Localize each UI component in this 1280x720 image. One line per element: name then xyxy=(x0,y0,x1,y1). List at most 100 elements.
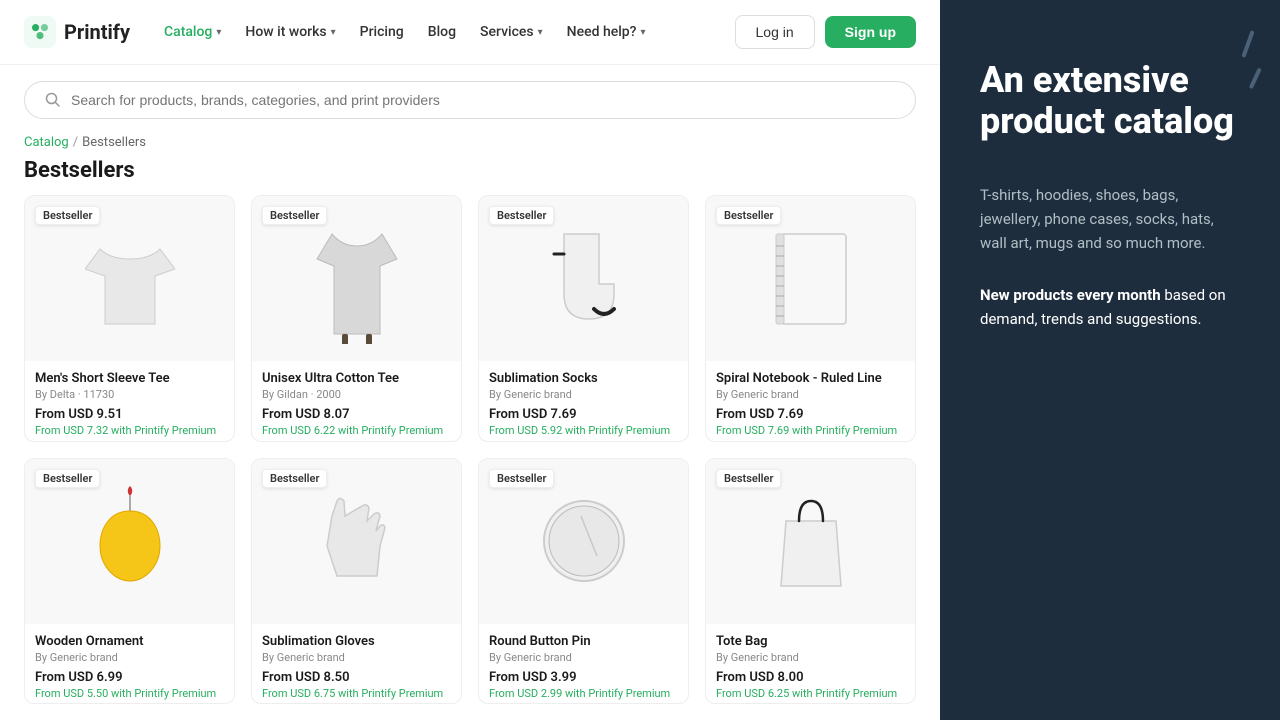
product-info: Wooden Ornament By Generic brand From US… xyxy=(25,624,234,704)
product-price: From USD 3.99 xyxy=(489,670,678,685)
product-card[interactable]: Bestseller Spiral Notebook - Ruled Line … xyxy=(705,195,916,441)
bestseller-badge: Bestseller xyxy=(35,206,100,225)
sidebar-highlight-title: New products every month xyxy=(980,286,1161,304)
bestseller-badge: Bestseller xyxy=(716,206,781,225)
search-bar xyxy=(24,81,916,119)
product-brand: By Generic brand xyxy=(35,651,224,664)
product-image-wrap: Bestseller xyxy=(252,459,461,624)
page-title: Bestsellers xyxy=(0,154,940,195)
navbar: Printify Catalog ▾ How it works ▾ Pricin… xyxy=(0,0,940,65)
search-bar-wrapper xyxy=(0,65,940,127)
product-brand: By Generic brand xyxy=(262,651,451,664)
product-card[interactable]: Bestseller Unisex Ultra Cotton Tee By Gi… xyxy=(251,195,462,441)
product-image-wrap: Bestseller xyxy=(252,196,461,361)
deco-line-1 xyxy=(1241,30,1254,58)
product-card[interactable]: Bestseller Tote Bag By Generic brand Fro… xyxy=(705,458,916,704)
product-premium: From USD 6.25 with Printify Premium xyxy=(716,687,905,700)
login-button[interactable]: Log in xyxy=(735,15,815,49)
bestseller-badge: Bestseller xyxy=(489,469,554,488)
bestseller-badge: Bestseller xyxy=(35,469,100,488)
product-image-wrap: Bestseller xyxy=(25,459,234,624)
breadcrumb-separator: / xyxy=(73,135,78,150)
nav-services[interactable]: Services ▾ xyxy=(470,16,553,48)
product-price: From USD 7.69 xyxy=(489,407,678,422)
product-name: Sublimation Gloves xyxy=(262,634,451,649)
product-info: Round Button Pin By Generic brand From U… xyxy=(479,624,688,704)
search-input[interactable] xyxy=(71,92,895,108)
chevron-down-icon: ▾ xyxy=(640,27,645,38)
sidebar-decoration xyxy=(1246,30,1250,86)
bestseller-badge: Bestseller xyxy=(716,469,781,488)
products-grid: Bestseller Men's Short Sleeve Tee By Del… xyxy=(0,195,940,720)
logo-name: Printify xyxy=(64,20,130,44)
product-name: Men's Short Sleeve Tee xyxy=(35,371,224,386)
logo[interactable]: Printify xyxy=(24,16,130,48)
nav-links: Catalog ▾ How it works ▾ Pricing Blog Se… xyxy=(154,16,727,48)
product-brand: By Generic brand xyxy=(716,388,905,401)
search-icon xyxy=(45,92,61,108)
product-name: Unisex Ultra Cotton Tee xyxy=(262,371,451,386)
product-premium: From USD 6.75 with Printify Premium xyxy=(262,687,451,700)
bestseller-badge: Bestseller xyxy=(262,469,327,488)
product-card[interactable]: Bestseller Men's Short Sleeve Tee By Del… xyxy=(24,195,235,441)
product-price: From USD 8.00 xyxy=(716,670,905,685)
logo-icon xyxy=(24,16,56,48)
bestseller-badge: Bestseller xyxy=(262,206,327,225)
product-card[interactable]: Bestseller Round Button Pin By Generic b… xyxy=(478,458,689,704)
product-brand: By Generic brand xyxy=(716,651,905,664)
product-card[interactable]: Bestseller Sublimation Socks By Generic … xyxy=(478,195,689,441)
chevron-down-icon: ▾ xyxy=(331,27,336,38)
product-image-wrap: Bestseller xyxy=(25,196,234,361)
product-price: From USD 9.51 xyxy=(35,407,224,422)
signup-button[interactable]: Sign up xyxy=(825,16,916,48)
product-name: Tote Bag xyxy=(716,634,905,649)
nav-blog[interactable]: Blog xyxy=(418,16,466,48)
product-card[interactable]: Bestseller Sublimation Gloves By Generic… xyxy=(251,458,462,704)
breadcrumb-current: Bestsellers xyxy=(82,135,146,150)
main-panel: Printify Catalog ▾ How it works ▾ Pricin… xyxy=(0,0,940,720)
sidebar-description: T-shirts, hoodies, shoes, bags, jeweller… xyxy=(980,183,1240,255)
product-info: Spiral Notebook - Ruled Line By Generic … xyxy=(706,361,915,441)
product-premium: From USD 2.99 with Printify Premium xyxy=(489,687,678,700)
nav-how-it-works[interactable]: How it works ▾ xyxy=(235,16,345,48)
breadcrumb-catalog-link[interactable]: Catalog xyxy=(24,135,69,150)
product-brand: By Delta · 11730 xyxy=(35,388,224,401)
product-name: Spiral Notebook - Ruled Line xyxy=(716,371,905,386)
breadcrumb: Catalog / Bestsellers xyxy=(0,127,940,154)
product-info: Sublimation Socks By Generic brand From … xyxy=(479,361,688,441)
product-price: From USD 6.99 xyxy=(35,670,224,685)
nav-need-help[interactable]: Need help? ▾ xyxy=(557,16,656,48)
product-info: Unisex Ultra Cotton Tee By Gildan · 2000… xyxy=(252,361,461,441)
product-premium: From USD 6.22 with Printify Premium xyxy=(262,424,451,437)
product-image-wrap: Bestseller xyxy=(479,196,688,361)
nav-catalog[interactable]: Catalog ▾ xyxy=(154,16,231,48)
deco-line-2 xyxy=(1249,68,1262,90)
product-info: Men's Short Sleeve Tee By Delta · 11730 … xyxy=(25,361,234,441)
product-premium: From USD 7.69 with Printify Premium xyxy=(716,424,905,437)
product-brand: By Generic brand xyxy=(489,388,678,401)
product-premium: From USD 5.50 with Printify Premium xyxy=(35,687,224,700)
product-name: Wooden Ornament xyxy=(35,634,224,649)
product-price: From USD 8.50 xyxy=(262,670,451,685)
product-premium: From USD 7.32 with Printify Premium xyxy=(35,424,224,437)
bestseller-badge: Bestseller xyxy=(489,206,554,225)
product-info: Sublimation Gloves By Generic brand From… xyxy=(252,624,461,704)
chevron-down-icon: ▾ xyxy=(216,27,221,38)
nav-pricing[interactable]: Pricing xyxy=(350,16,414,48)
product-name: Sublimation Socks xyxy=(489,371,678,386)
product-price: From USD 8.07 xyxy=(262,407,451,422)
product-image-wrap: Bestseller xyxy=(706,459,915,624)
product-info: Tote Bag By Generic brand From USD 8.00 … xyxy=(706,624,915,704)
sidebar-highlight: New products every month based on demand… xyxy=(980,283,1240,331)
product-card[interactable]: Bestseller Wooden Ornament By Generic br… xyxy=(24,458,235,704)
product-image-wrap: Bestseller xyxy=(479,459,688,624)
sidebar: An extensive product catalog T-shirts, h… xyxy=(940,0,1280,720)
product-brand: By Generic brand xyxy=(489,651,678,664)
product-premium: From USD 5.92 with Printify Premium xyxy=(489,424,678,437)
sidebar-headline: An extensive product catalog xyxy=(980,60,1240,143)
product-brand: By Gildan · 2000 xyxy=(262,388,451,401)
chevron-down-icon: ▾ xyxy=(538,27,543,38)
nav-actions: Log in Sign up xyxy=(735,15,916,49)
product-name: Round Button Pin xyxy=(489,634,678,649)
product-price: From USD 7.69 xyxy=(716,407,905,422)
